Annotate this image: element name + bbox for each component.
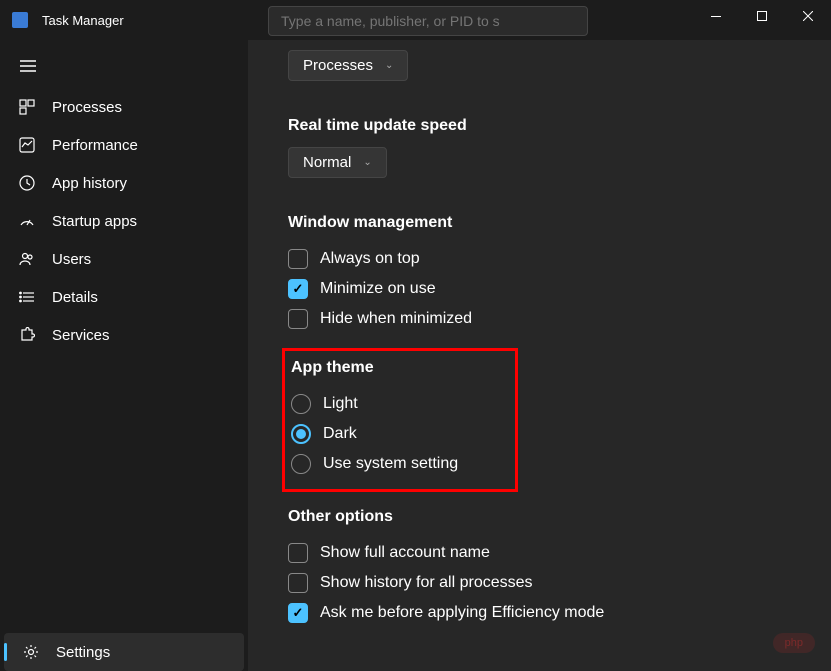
sidebar-item-label: Performance — [52, 137, 138, 154]
watermark: php — [773, 633, 815, 653]
checkbox-icon — [288, 543, 308, 563]
window-controls — [693, 0, 831, 32]
show-full-account-option[interactable]: Show full account name — [288, 538, 791, 568]
app-icon — [12, 12, 28, 28]
option-label: Ask me before applying Efficiency mode — [320, 604, 604, 622]
option-label: Use system setting — [323, 455, 458, 473]
titlebar: Task Manager — [0, 0, 831, 40]
theme-system-option[interactable]: Use system setting — [291, 449, 503, 479]
checkbox-icon — [288, 309, 308, 329]
hide-when-minimized-option[interactable]: Hide when minimized — [288, 304, 791, 334]
sidebar-item-settings[interactable]: Settings — [4, 633, 244, 671]
update-speed-heading: Real time update speed — [288, 117, 791, 135]
efficiency-confirm-option[interactable]: Ask me before applying Efficiency mode — [288, 598, 791, 628]
option-label: Always on top — [320, 250, 420, 268]
sidebar-item-processes[interactable]: Processes — [0, 88, 248, 126]
minimize-on-use-option[interactable]: Minimize on use — [288, 274, 791, 304]
checkbox-icon — [288, 603, 308, 623]
app-theme-heading: App theme — [291, 359, 503, 377]
users-icon — [18, 250, 36, 268]
search-input[interactable] — [268, 6, 588, 36]
puzzle-icon — [18, 326, 36, 344]
sidebar: Processes Performance App history Startu… — [0, 40, 248, 671]
sidebar-item-users[interactable]: Users — [0, 240, 248, 278]
option-label: Minimize on use — [320, 280, 436, 298]
option-label: Show history for all processes — [320, 574, 533, 592]
dropdown-value: Normal — [303, 154, 351, 171]
other-options-heading: Other options — [288, 508, 791, 526]
checkbox-icon — [288, 279, 308, 299]
sidebar-item-startup-apps[interactable]: Startup apps — [0, 202, 248, 240]
default-page-dropdown[interactable]: Processes ⌄ — [288, 50, 408, 81]
sidebar-item-label: Details — [52, 289, 98, 306]
sidebar-item-label: Settings — [56, 644, 110, 661]
radio-icon — [291, 394, 311, 414]
dropdown-value: Processes — [303, 57, 373, 74]
sidebar-item-label: App history — [52, 175, 127, 192]
close-button[interactable] — [785, 0, 831, 32]
sidebar-item-services[interactable]: Services — [0, 316, 248, 354]
content-area: Processes ⌄ Real time update speed Norma… — [248, 40, 831, 671]
radio-icon — [291, 454, 311, 474]
sidebar-item-label: Processes — [52, 99, 122, 116]
history-icon — [18, 174, 36, 192]
show-history-all-option[interactable]: Show history for all processes — [288, 568, 791, 598]
update-speed-dropdown[interactable]: Normal ⌄ — [288, 147, 387, 178]
chevron-down-icon: ⌄ — [363, 157, 371, 168]
option-label: Light — [323, 395, 358, 413]
theme-dark-option[interactable]: Dark — [291, 419, 503, 449]
option-label: Show full account name — [320, 544, 490, 562]
sidebar-item-label: Startup apps — [52, 213, 137, 230]
chart-icon — [18, 136, 36, 154]
window-management-heading: Window management — [288, 214, 791, 232]
maximize-button[interactable] — [739, 0, 785, 32]
sidebar-item-performance[interactable]: Performance — [0, 126, 248, 164]
hamburger-button[interactable] — [0, 52, 248, 80]
theme-light-option[interactable]: Light — [291, 389, 503, 419]
radio-icon — [291, 424, 311, 444]
list-icon — [18, 288, 36, 306]
window-title: Task Manager — [42, 13, 124, 28]
grid-icon — [18, 98, 36, 116]
option-label: Dark — [323, 425, 357, 443]
sidebar-item-label: Users — [52, 251, 91, 268]
sidebar-item-details[interactable]: Details — [0, 278, 248, 316]
chevron-down-icon: ⌄ — [385, 60, 393, 71]
checkbox-icon — [288, 249, 308, 269]
always-on-top-option[interactable]: Always on top — [288, 244, 791, 274]
sidebar-item-app-history[interactable]: App history — [0, 164, 248, 202]
sidebar-item-label: Services — [52, 327, 110, 344]
checkbox-icon — [288, 573, 308, 593]
minimize-button[interactable] — [693, 0, 739, 32]
option-label: Hide when minimized — [320, 310, 472, 328]
gauge-icon — [18, 212, 36, 230]
highlight-annotation: App theme Light Dark Use system setting — [282, 348, 518, 492]
gear-icon — [22, 643, 40, 661]
